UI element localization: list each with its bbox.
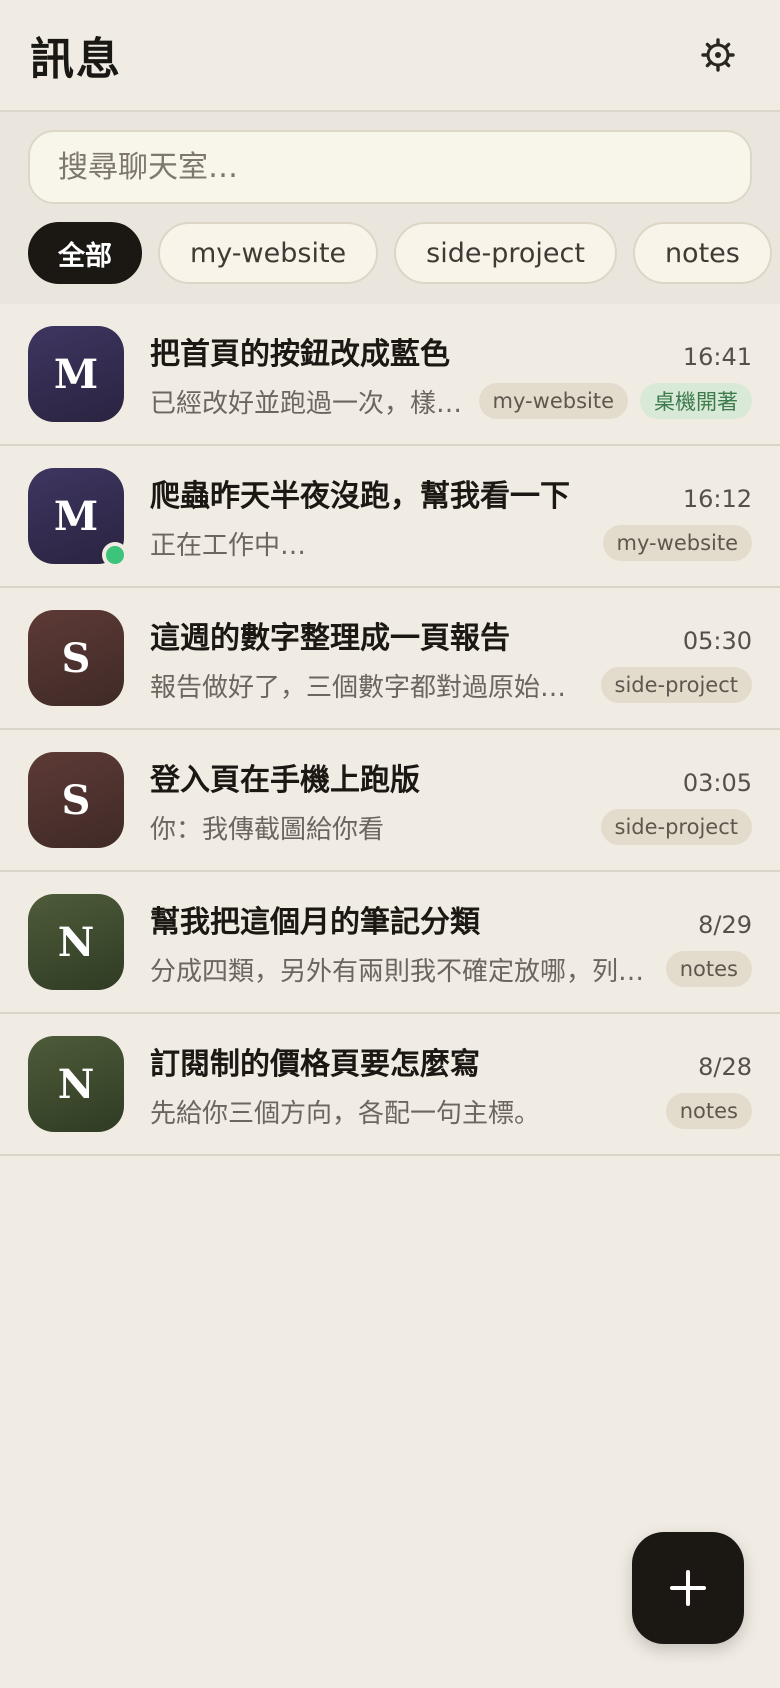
chat-content: 登入頁在手機上跑版 03:05 你：我傳截圖給你看 side-project (150, 730, 752, 870)
chat-list: M 把首頁的按鈕改成藍色 16:41 已經改好並跑過一次，樣式檢查都通過了。 m… (0, 304, 780, 1156)
chat-preview: 分成四類，另外有兩則我不確定放哪，列出來給你決定。 (150, 956, 654, 987)
chat-content: 訂閱制的價格頁要怎麼寫 8/28 先給你三個方向，各配一句主標。 notes (150, 1014, 752, 1154)
chat-title: 幫我把這個月的筆記分類 (150, 904, 480, 940)
page-title: 訊息 (30, 34, 122, 85)
chat-row[interactable]: S 這週的數字整理成一頁報告 05:30 報告做好了，三個數字都對過原始檔。 s… (0, 588, 780, 730)
online-indicator (102, 542, 128, 568)
chat-content: 把首頁的按鈕改成藍色 16:41 已經改好並跑過一次，樣式檢查都通過了。 my-… (150, 304, 752, 444)
chat-time: 05:30 (682, 626, 752, 655)
chat-title: 把首頁的按鈕改成藍色 (150, 336, 450, 372)
project-tag: my-website (602, 525, 752, 561)
chat-time: 03:05 (682, 768, 752, 797)
chat-title: 這週的數字整理成一頁報告 (150, 620, 510, 656)
chat-row[interactable]: N 幫我把這個月的筆記分類 8/29 分成四類，另外有兩則我不確定放哪，列出來給… (0, 872, 780, 1014)
chat-title: 訂閱制的價格頁要怎麼寫 (150, 1046, 480, 1082)
search-area (0, 112, 780, 222)
chat-row[interactable]: M 爬蟲昨天半夜沒跑，幫我看一下 16:12 正在工作中… my-website (0, 446, 780, 588)
new-chat-button[interactable] (632, 1532, 744, 1644)
chat-preview: 已經改好並跑過一次，樣式檢查都通過了。 (150, 388, 467, 419)
project-tag: side-project (600, 809, 752, 845)
chat-content: 幫我把這個月的筆記分類 8/29 分成四類，另外有兩則我不確定放哪，列出來給你決… (150, 872, 752, 1012)
status-badge: 桌機開著 (640, 383, 752, 419)
chat-preview: 正在工作中… (150, 530, 307, 561)
chat-title: 爬蟲昨天半夜沒跑，幫我看一下 (150, 478, 570, 514)
chat-row[interactable]: N 訂閱制的價格頁要怎麼寫 8/28 先給你三個方向，各配一句主標。 notes (0, 1014, 780, 1156)
app-header: 訊息 (0, 0, 780, 112)
avatar: S (28, 752, 124, 848)
chat-time: 16:41 (682, 342, 752, 371)
avatar: M (28, 326, 124, 422)
chat-title: 登入頁在手機上跑版 (150, 762, 420, 798)
plus-icon (670, 1570, 706, 1606)
filter-chip-side-project[interactable]: side-project (394, 222, 617, 284)
chat-row[interactable]: M 把首頁的按鈕改成藍色 16:41 已經改好並跑過一次，樣式檢查都通過了。 m… (0, 304, 780, 446)
project-tag: notes (665, 951, 752, 987)
avatar-letter: M (53, 492, 99, 540)
chat-time: 8/28 (698, 1052, 752, 1081)
settings-button[interactable] (686, 23, 750, 87)
chat-row[interactable]: S 登入頁在手機上跑版 03:05 你：我傳截圖給你看 side-project (0, 730, 780, 872)
filter-chip-notes[interactable]: notes (632, 222, 772, 284)
chat-preview: 先給你三個方向，各配一句主標。 (150, 1098, 541, 1129)
filter-chip-my-website[interactable]: my-website (158, 222, 379, 284)
chat-preview: 報告做好了，三個數字都對過原始檔。 (150, 672, 589, 703)
filter-chip-all[interactable]: 全部 (28, 222, 142, 284)
project-tag: notes (665, 1093, 752, 1129)
chat-content: 爬蟲昨天半夜沒跑，幫我看一下 16:12 正在工作中… my-website (150, 446, 752, 586)
chat-time: 8/29 (698, 910, 752, 939)
project-tag: my-website (478, 383, 628, 419)
avatar: N (28, 1036, 124, 1132)
chat-time: 16:12 (682, 484, 752, 513)
project-tag: side-project (600, 667, 752, 703)
avatar: S (28, 610, 124, 706)
chat-preview: 你：我傳截圖給你看 (150, 814, 385, 845)
filter-chips: 全部 my-website side-project notes (0, 222, 780, 304)
gear-icon (701, 38, 735, 72)
chat-content: 這週的數字整理成一頁報告 05:30 報告做好了，三個數字都對過原始檔。 sid… (150, 588, 752, 728)
search-input[interactable] (28, 130, 752, 204)
avatar: N (28, 894, 124, 990)
avatar: M (28, 468, 128, 568)
